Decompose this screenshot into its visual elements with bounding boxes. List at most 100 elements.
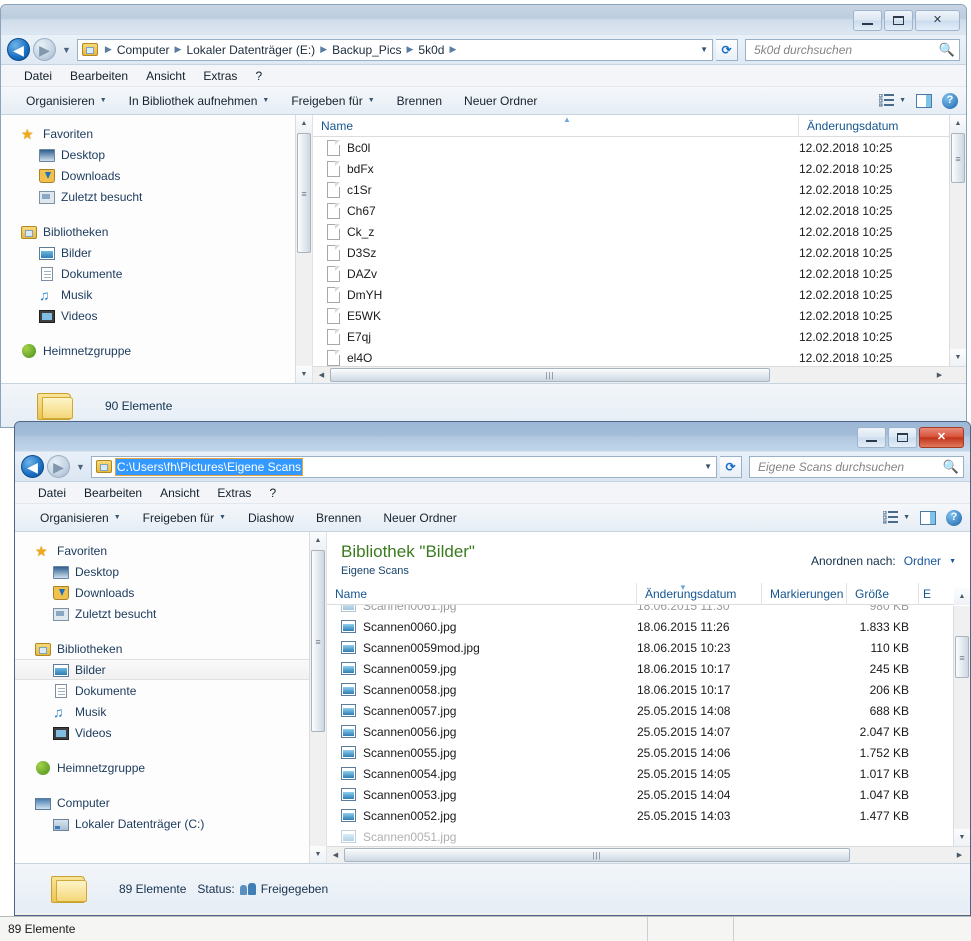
menu-bearbeiten-window2[interactable]: Bearbeiten [75,486,151,500]
maximize-button-window1[interactable] [884,10,913,31]
table-row[interactable]: Scannen0052.jpg 25.05.2015 14:03 1.477 K… [327,805,970,826]
list-scrollbar-window1[interactable]: ▲ ▼ [949,115,966,366]
menu-extras-window1[interactable]: Extras [194,69,246,83]
toolbar-diashow-window2[interactable]: Diashow [237,511,305,525]
menu-datei-window2[interactable]: Datei [29,486,75,500]
table-row[interactable]: Scannen0059mod.jpg 18.06.2015 10:23 110 … [327,637,970,658]
nav-scroll-thumb-window2[interactable] [311,550,325,732]
forward-button-window2[interactable]: ▶ [47,455,70,478]
arrange-by-value[interactable]: Ordner [904,554,941,568]
address-input-window2[interactable]: C:\Users\fh\Pictures\Eigene Scans [116,459,302,475]
back-button-window2[interactable]: ◀ [21,455,44,478]
list-hscrollbar-window1[interactable]: ◀ ||| ▶ [313,366,966,383]
nav-scroll-thumb-window1[interactable] [297,133,311,253]
menu-ansicht-window1[interactable]: Ansicht [137,69,194,83]
toolbar-neuer-ordner-window2[interactable]: Neuer Ordner [372,511,467,525]
recent-pages-caret-icon-window1[interactable]: ▼ [59,45,74,55]
sidebar-item-dokumente[interactable]: Dokumente [1,263,312,284]
table-row[interactable]: bdFx 12.02.2018 10:25 [313,158,966,179]
scroll-left-arrow-icon[interactable]: ◀ [327,847,344,863]
preview-pane-button-window2[interactable] [920,511,936,525]
toolbar-in-bibliothek-aufnehmen-window1[interactable]: In Bibliothek aufnehmen ▼ [118,94,281,108]
scroll-right-arrow-icon[interactable]: ▶ [931,367,948,383]
sidebar-item-desktop[interactable]: Desktop [1,144,312,165]
menu-extras-window2[interactable]: Extras [208,486,260,500]
scroll-down-arrow-icon[interactable]: ▼ [296,366,312,383]
table-row[interactable]: D3Sz 12.02.2018 10:25 [313,242,966,263]
table-row[interactable]: E5WK 12.02.2018 10:25 [313,305,966,326]
sidebar-item-videos-2[interactable]: Videos [15,722,326,743]
list-scroll-thumb-window1[interactable] [951,133,965,183]
table-row[interactable]: DAZv 12.02.2018 10:25 [313,263,966,284]
sidebar-item-musik[interactable]: ♫ Musik [1,284,312,305]
nav-scrollbar-window1[interactable]: ▲ ▼ [295,115,312,383]
titlebar-window1[interactable]: ✕ [1,5,966,35]
sidebar-item-videos[interactable]: Videos [1,305,312,326]
sidebar-item-downloads[interactable]: Downloads [1,165,312,186]
scroll-right-arrow-icon[interactable]: ▶ [951,847,968,863]
toolbar-organisieren-window1[interactable]: Organisieren ▼ [15,94,118,108]
minimize-button-window1[interactable] [853,10,882,31]
table-row[interactable]: Scannen0053.jpg 25.05.2015 14:04 1.047 K… [327,784,970,805]
toolbar-neuer-ordner-window1[interactable]: Neuer Ordner [453,94,548,108]
table-row[interactable]: E7qj 12.02.2018 10:25 [313,326,966,347]
breadcrumb-item-0[interactable]: Computer [115,43,172,57]
search-input-window1[interactable]: 5k0d durchsuchen [754,43,939,57]
toolbar-freigeben-fuer-window2[interactable]: Freigeben für ▼ [132,511,237,525]
list-hscroll-thumb-window1[interactable]: ||| [330,368,770,382]
help-icon-window1[interactable]: ? [942,93,958,109]
search-input-window2[interactable]: Eigene Scans durchsuchen [758,460,943,474]
sidebar-item-musik-2[interactable]: ♫ Musik [15,701,326,722]
back-button-window1[interactable]: ◀ [7,38,30,61]
sidebar-item-lokaler-datentraeger-c[interactable]: Lokaler Datenträger (C:) [15,813,326,834]
toolbar-freigeben-fuer-window1[interactable]: Freigeben für ▼ [280,94,385,108]
close-button-window2[interactable]: ✕ [919,427,964,448]
list-hscroll-thumb-window2[interactable]: ||| [344,848,850,862]
column-name-window1[interactable]: Name [313,115,799,137]
search-box-window2[interactable]: Eigene Scans durchsuchen 🔍 [749,456,964,478]
refresh-button-window1[interactable]: ⟳ [716,39,738,61]
explorer-window-eigene-scans[interactable]: ✕ ◀ ▶ ▼ C:\Users\fh\Pictures\Eigene Scan… [14,421,971,916]
table-row[interactable]: Scannen0055.jpg 25.05.2015 14:06 1.752 K… [327,742,970,763]
menu-ansicht-window2[interactable]: Ansicht [151,486,208,500]
refresh-button-window2[interactable]: ⟳ [720,456,742,478]
sidebar-item-heimnetzgruppe-2[interactable]: Heimnetzgruppe [15,757,326,778]
menu-datei-window1[interactable]: Datei [15,69,61,83]
menu-help-window2[interactable]: ? [260,486,285,500]
menu-bearbeiten-window1[interactable]: Bearbeiten [61,69,137,83]
table-row[interactable]: Scannen0051.jpg [327,826,970,847]
scroll-up-arrow-icon[interactable]: ▲ [950,115,966,132]
help-icon-window2[interactable]: ? [946,510,962,526]
change-view-button-window1[interactable]: ▼ [879,94,906,107]
scroll-down-arrow-icon[interactable]: ▼ [954,829,970,846]
sidebar-item-heimnetzgruppe[interactable]: Heimnetzgruppe [1,340,312,361]
table-row[interactable]: Ch67 12.02.2018 10:25 [313,200,966,221]
titlebar-window2[interactable]: ✕ [15,422,970,452]
table-row[interactable]: Scannen0057.jpg 25.05.2015 14:08 688 KB [327,700,970,721]
change-view-button-window2[interactable]: ▼ [883,511,910,524]
table-row[interactable]: Scannen0059.jpg 18.06.2015 10:17 245 KB [327,658,970,679]
toolbar-brennen-window1[interactable]: Brennen [386,94,453,108]
table-row[interactable]: Scannen0058.jpg 18.06.2015 10:17 206 KB [327,679,970,700]
scroll-down-arrow-icon[interactable]: ▼ [950,349,966,366]
sidebar-item-bibliotheken[interactable]: Bibliotheken [1,221,312,242]
column-markierungen-window2[interactable]: Markierungen [762,583,847,605]
sidebar-item-zuletzt-besucht[interactable]: Zuletzt besucht [1,186,312,207]
nav-scrollbar-window2[interactable]: ▲ ▼ [309,532,326,863]
table-row[interactable]: Bc0l 12.02.2018 10:25 [313,137,966,158]
column-aenderungsdatum-window2[interactable]: Änderungsdatum [637,583,762,605]
table-row[interactable]: Scannen0054.jpg 25.05.2015 14:05 1.017 K… [327,763,970,784]
table-row[interactable]: Scannen0060.jpg 18.06.2015 11:26 1.833 K… [327,616,970,637]
list-scroll-thumb-window2[interactable] [955,636,969,678]
toolbar-organisieren-window2[interactable]: Organisieren ▼ [29,511,132,525]
explorer-window-backup-pics[interactable]: ✕ ◀ ▶ ▼ ▶ Computer ▶ Lokaler Datenträger… [0,4,967,428]
forward-button-window1[interactable]: ▶ [33,38,56,61]
sidebar-item-bilder-2[interactable]: Bilder [15,659,326,680]
close-button-window1[interactable]: ✕ [915,10,960,31]
table-row[interactable]: DmYH 12.02.2018 10:25 [313,284,966,305]
sidebar-item-favoriten-2[interactable]: ★ Favoriten [15,540,326,561]
table-row[interactable]: el4O 12.02.2018 10:25 [313,347,966,368]
scroll-up-arrow-icon[interactable]: ▲ [310,532,326,549]
column-name-window2[interactable]: Name [327,583,637,605]
column-aenderungsdatum-window1[interactable]: Änderungsdatum [799,115,949,137]
